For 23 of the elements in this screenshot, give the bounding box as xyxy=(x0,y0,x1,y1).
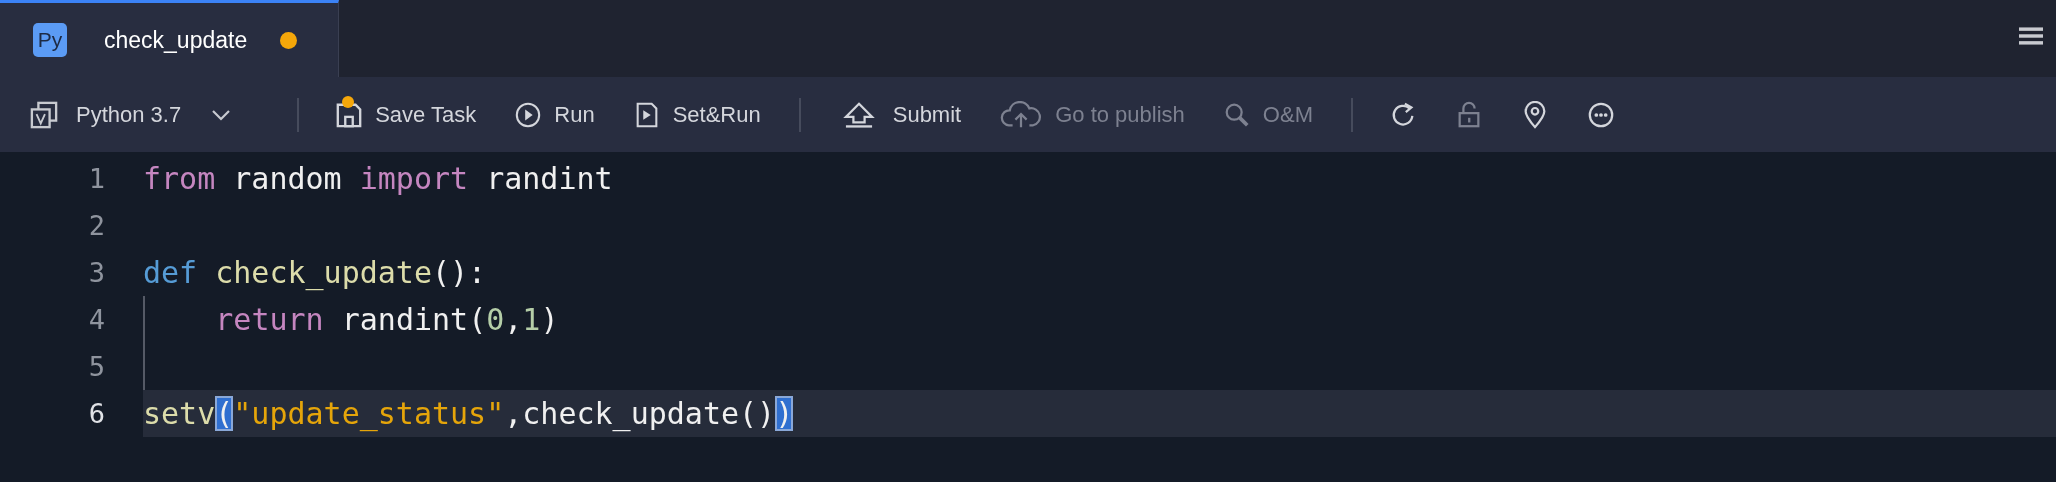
file-tab[interactable]: Py check_update xyxy=(0,0,339,77)
chevron-down-icon xyxy=(211,108,232,121)
line-number: 6 xyxy=(87,398,106,429)
play-circle-icon xyxy=(514,100,543,129)
python-version-icon xyxy=(30,100,58,129)
tab-title: check_update xyxy=(104,26,248,54)
line-number: 4 xyxy=(87,304,106,335)
line-number: 5 xyxy=(87,351,106,382)
menu-icon[interactable] xyxy=(2019,25,2043,47)
runtime-select[interactable]: Python 3.7 xyxy=(30,100,232,129)
code-line: setv("update_status",check_update()) xyxy=(143,396,794,431)
code-line: return randint(0,1) xyxy=(215,302,559,337)
code-line: def check_update(): xyxy=(143,255,487,290)
line-number: 3 xyxy=(87,257,106,288)
toolbar-button[interactable]: Set&Run xyxy=(632,100,761,129)
python-file-badge: Py xyxy=(33,23,67,57)
line-number: 1 xyxy=(87,163,106,194)
cloud-upload-icon xyxy=(999,100,1044,129)
toolbar-button[interactable]: Submit xyxy=(836,100,962,129)
code-line: from random import randint xyxy=(143,161,613,196)
more-icon[interactable] xyxy=(1586,100,1615,129)
line-number: 2 xyxy=(87,210,106,241)
toolbar-button[interactable]: Run xyxy=(514,100,595,129)
